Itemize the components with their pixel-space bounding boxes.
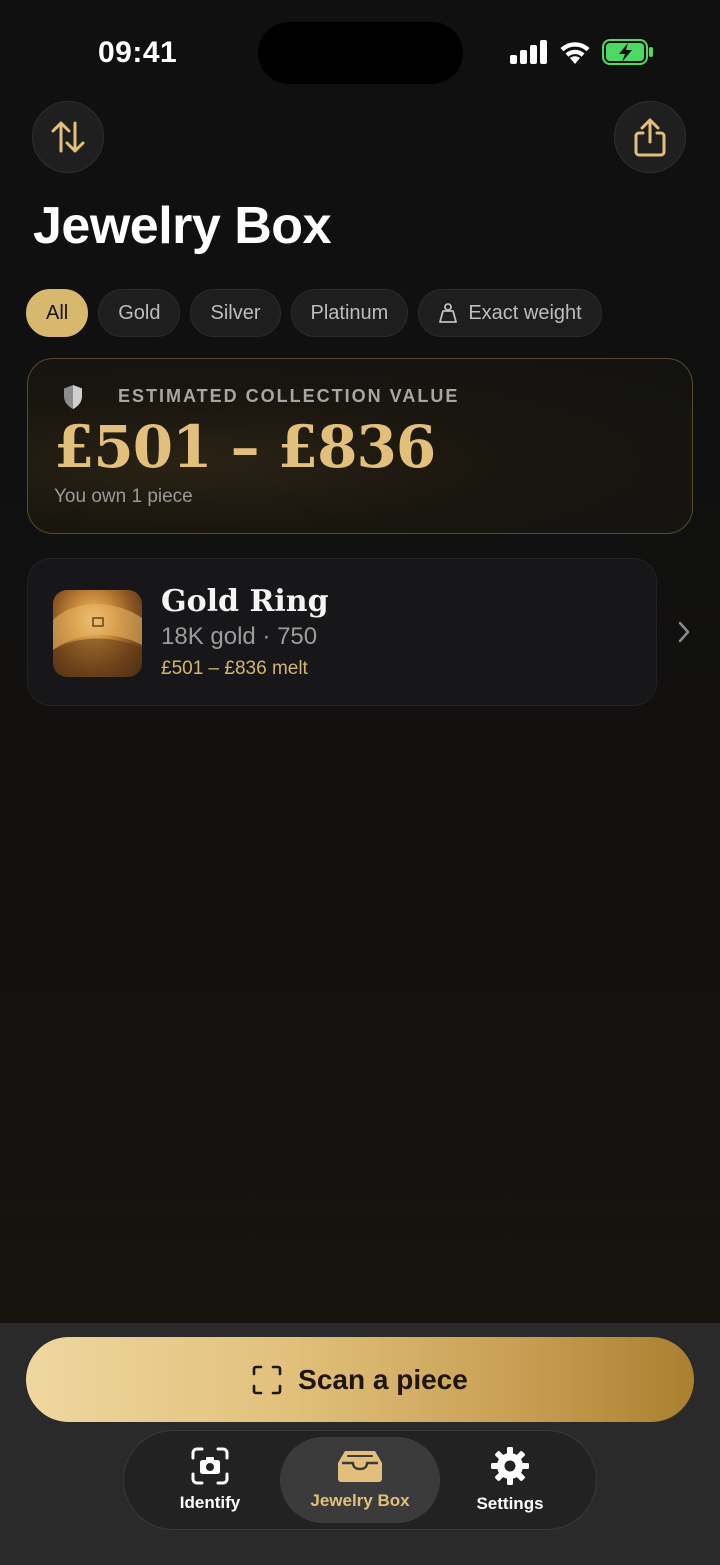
shield-icon: [64, 385, 82, 409]
tab-settings[interactable]: Settings: [430, 1437, 590, 1523]
scan-button-label: Scan a piece: [298, 1363, 468, 1395]
filter-chip-label: All: [46, 301, 69, 324]
status-time: 09:41: [98, 36, 178, 69]
status-bar: 09:41: [0, 0, 720, 100]
item-price: £501 – £836 melt: [161, 658, 308, 679]
ring-image: [53, 603, 142, 677]
filter-chip-label: Gold: [118, 301, 161, 324]
filter-chip-all[interactable]: All: [26, 289, 89, 337]
gear-icon: [491, 1447, 529, 1485]
collection-value-label: ESTIMATED COLLECTION VALUE: [118, 386, 460, 406]
sort-button[interactable]: [32, 101, 104, 173]
list-item[interactable]: Gold Ring 18K gold · 750 £501 – £836 mel…: [27, 558, 657, 706]
collection-value-amount: £501 – £836: [54, 413, 436, 481]
dynamic-island: [258, 22, 463, 84]
item-name: Gold Ring: [161, 584, 329, 619]
weight-icon: [439, 303, 458, 323]
wifi-icon: [560, 42, 590, 64]
item-detail: 18K gold · 750: [161, 623, 318, 650]
sort-arrows-icon: [51, 121, 85, 153]
tab-identify[interactable]: Identify: [130, 1437, 290, 1523]
share-icon: [634, 118, 666, 157]
chevron-right-icon[interactable]: [676, 620, 692, 644]
page-title: Jewelry Box: [33, 197, 332, 255]
filter-chip-silver[interactable]: Silver: [190, 289, 281, 337]
tab-label: Jewelry Box: [310, 1491, 410, 1510]
filter-chip-gold[interactable]: Gold: [98, 289, 181, 337]
filter-chip-label: Exact weight: [468, 301, 582, 324]
tab-jewelry-box[interactable]: Jewelry Box: [280, 1437, 440, 1523]
tab-bar: Identify Jewelry Box Settings: [123, 1430, 597, 1530]
scan-frame-icon: [252, 1365, 282, 1394]
collection-count: You own 1 piece: [54, 486, 193, 507]
scan-a-piece-button[interactable]: Scan a piece: [26, 1337, 694, 1422]
cellular-signal-icon: [510, 40, 547, 64]
filter-chip-label: Silver: [210, 301, 261, 324]
filter-chip-exact-weight[interactable]: Exact weight: [418, 289, 602, 337]
share-button[interactable]: [614, 101, 686, 173]
item-thumbnail: [53, 590, 142, 677]
filter-chips: All Gold Silver Platinum Exact weight: [26, 289, 602, 337]
collection-value-card: ESTIMATED COLLECTION VALUE £501 – £836 Y…: [27, 358, 693, 534]
tab-label: Settings: [476, 1494, 544, 1513]
filter-chip-label: Platinum: [310, 301, 389, 324]
tray-icon: [338, 1451, 382, 1482]
filter-chip-platinum[interactable]: Platinum: [290, 289, 409, 337]
tab-label: Identify: [179, 1493, 241, 1512]
battery-charging-icon: [602, 39, 653, 65]
camera-scan-icon: [191, 1447, 229, 1485]
